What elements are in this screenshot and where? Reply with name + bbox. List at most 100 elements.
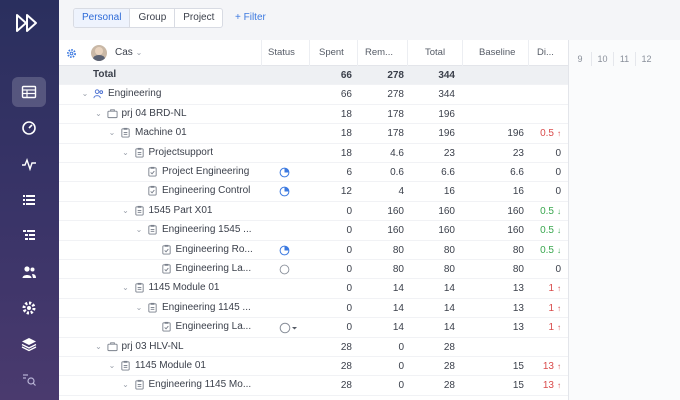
cell-rem: 178 [387,128,404,140]
table-icon [21,85,37,99]
status-cell[interactable] [279,322,299,334]
cell-spent: 28 [340,380,352,392]
col-baseline[interactable]: Baseline [479,47,515,58]
cell-spent: 0 [346,302,352,314]
table-row[interactable]: ⌄ Engineering 1145 ... 0 14 14 13 1 ↑ [59,299,568,319]
table-row[interactable]: Engineering La... 0 80 80 80 0 [59,260,568,280]
chevron-down-icon[interactable]: ⌄ [81,89,89,98]
table-row[interactable]: ⌄ prj 04 BRD-NL 18 178 196 [59,105,568,125]
total-row[interactable]: Total 66 278 344 [59,66,568,86]
clipboard-icon [134,147,144,158]
cell-rem: 14 [392,302,404,314]
cell-baseline: 15 [512,361,524,372]
nav-reports[interactable] [12,365,46,395]
cell-diff: 0 [529,167,561,178]
status-cell[interactable] [279,186,290,197]
col-spent[interactable]: Spent [319,47,344,58]
segment-group[interactable]: Group [130,9,176,27]
row-name: Projectsupport [148,146,213,158]
chevron-down-icon[interactable]: ⌄ [135,303,143,312]
table-row[interactable]: ⌄ 1545 Part X01 0 160 160 160 0.5 ↓ [59,202,568,222]
row-name-cell: ⌄ 1145 Module 01 [108,360,206,371]
report-search-icon [23,374,36,386]
diff-value: 0.5 [540,244,554,256]
chevron-down-icon[interactable]: ⌄ [135,225,143,234]
table-row[interactable]: Engineering La... 0 14 14 13 1 ↑ [59,318,568,338]
timeline-day[interactable]: 10 [591,52,613,66]
row-name-cell: Project Engineering [135,166,249,177]
nav-list[interactable] [12,185,46,215]
table-row[interactable]: Engineering Ro... 0 80 80 80 0.5 ↓ [59,241,568,260]
clipboard-icon [134,380,144,390]
table-row[interactable]: ⌄ Projectsupport 18 4.6 23 23 0 [59,144,568,163]
nav-tree[interactable] [12,221,46,251]
table-row[interactable]: Engineering Control 12 4 16 16 0 [59,182,568,202]
timeline-day[interactable]: 11 [613,52,635,66]
cell-spent: 18 [340,108,352,120]
col-remaining[interactable]: Rem... [365,47,393,58]
cell-total: 28 [443,380,455,392]
segment-project[interactable]: Project [175,9,222,27]
cell-diff: 0.5 ↑ [529,128,561,139]
progress-pie-icon[interactable] [279,186,290,197]
table-row[interactable]: ⌄ 1145 Module 01 0 14 14 13 1 ↑ [59,279,568,299]
logo-icon[interactable] [14,12,42,34]
chevron-down-icon[interactable]: ⌄ [122,206,130,215]
diff-value: 0 [555,264,561,275]
table-row[interactable]: Project Engineering 6 0.6 6.6 6.6 0 [59,163,568,183]
chevron-down-icon[interactable]: ⌄ [122,148,130,157]
table-row[interactable]: ⌄ Engineering 1545 ... 0 160 160 160 0.5 ↓ [59,221,568,241]
chevron-down-icon[interactable]: ⌄ [95,342,103,351]
cell-total: 160 [438,225,455,237]
project-icon [106,341,118,351]
status-cell[interactable] [279,264,290,275]
nav-dashboard[interactable] [12,113,46,143]
nav-grid-view[interactable] [12,77,46,107]
table-row[interactable]: ⌄ Machine 01 18 178 196 196 0.5 ↑ [59,124,568,144]
cell-rem: 14 [392,322,404,334]
nav-layers[interactable] [12,329,46,359]
chevron-down-icon[interactable]: ⌄ [95,109,103,118]
cell-baseline: 15 [512,380,524,392]
cell-spent: 0 [346,322,352,334]
cell-diff: 1 ↑ [529,322,561,333]
timeline-day[interactable]: 12 [635,52,657,66]
user-selector[interactable]: Cas ⌄ [115,47,142,58]
chevron-down-icon[interactable]: ⌄ [122,380,130,389]
col-total[interactable]: Total [425,47,445,58]
segment-personal[interactable]: Personal [74,9,131,27]
nav-activity[interactable] [12,149,46,179]
progress-pie-icon[interactable] [279,167,290,178]
status-cell[interactable] [279,167,290,178]
table-row[interactable]: ⌄ Engineering 1145 Mo... 28 0 28 15 13 ↑ [59,376,568,396]
chevron-down-icon[interactable]: ⌄ [108,361,116,370]
cell-baseline: 80 [512,244,524,256]
chevron-down-icon[interactable]: ⌄ [108,128,116,137]
table-row[interactable]: ⌄ 1145 Module 01 28 0 28 15 13 ↑ [59,357,568,377]
cell-diff: 0.5 ↓ [529,245,561,256]
status-dropdown-icon[interactable] [279,322,299,334]
cell-rem: 178 [387,108,404,120]
status-cell[interactable] [279,245,290,256]
nav-users[interactable] [12,257,46,287]
cell-spent: 12 [340,186,352,198]
col-diff[interactable]: Di... [537,47,554,58]
nav-settings[interactable] [12,293,46,323]
col-status[interactable]: Status [268,47,295,58]
diff-value: 0.5 [540,205,554,217]
timeline-day[interactable]: 9 [569,52,591,66]
cell-baseline: 6.6 [510,167,524,178]
clipboard-icon [148,302,157,313]
cell-baseline: 13 [512,322,524,334]
pulse-icon [22,157,36,172]
filter-button[interactable]: + Filter [235,12,266,23]
row-name: Engineering 1545 ... [162,224,252,236]
settings-gear-icon[interactable] [66,48,77,59]
status-empty-icon[interactable] [279,264,290,275]
table-row[interactable]: ⌄ Engineering 66 278 344 [59,85,568,105]
row-name-cell: ⌄ Machine 01 [108,127,187,138]
chevron-down-icon[interactable]: ⌄ [122,283,130,292]
progress-pie-icon[interactable] [279,245,290,256]
arrow-down-icon: ↓ [557,245,561,255]
table-row[interactable]: ⌄ prj 03 HLV-NL 28 0 28 [59,338,568,357]
